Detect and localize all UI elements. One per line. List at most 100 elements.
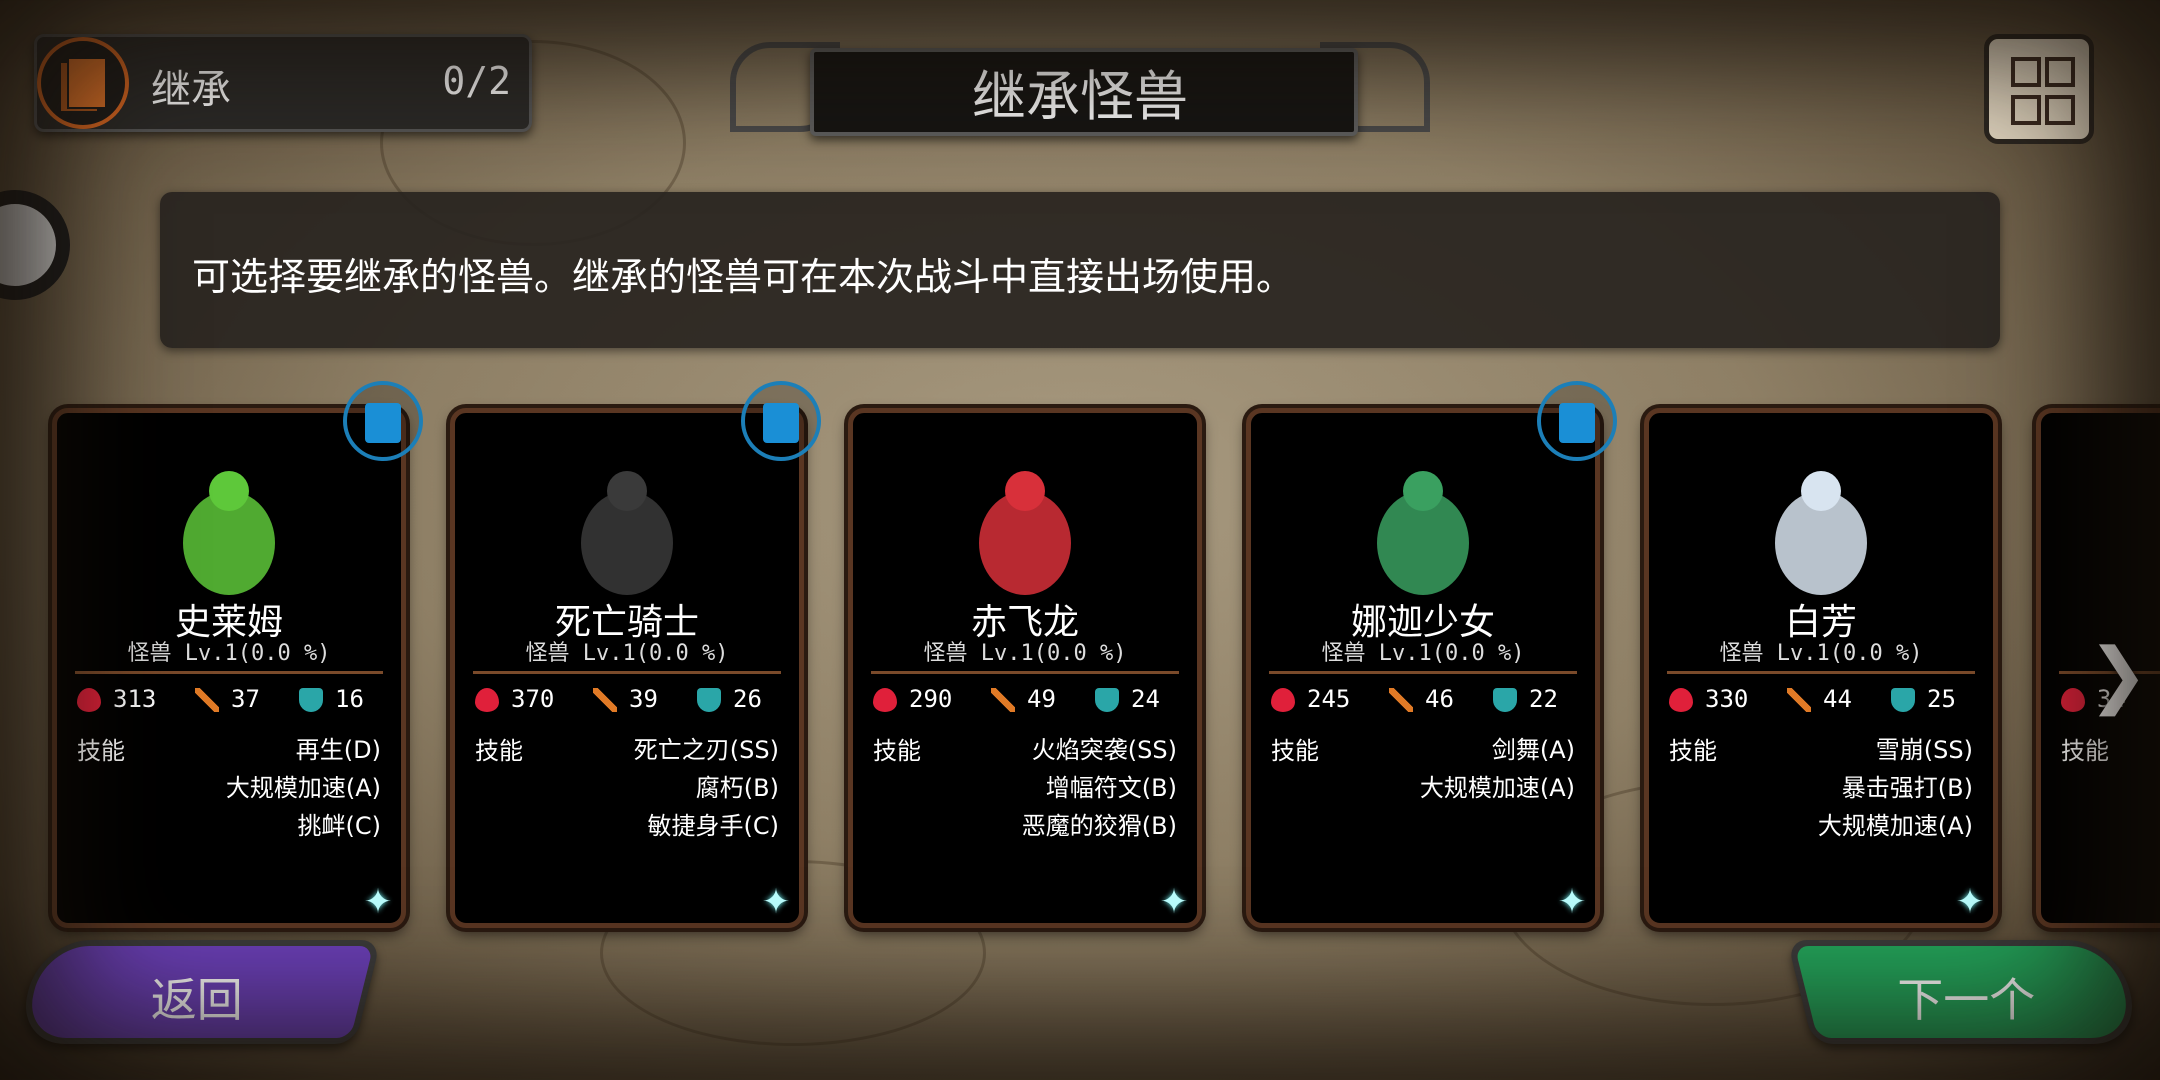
skills-label: 技能 [1669,737,1717,765]
skill-item: 火焰突袭(SS) [1031,736,1177,764]
skill-item: 暴击强打(B) [1841,774,1973,802]
card-stats: 313 37 16 [77,685,387,721]
star-icon: ✦ [1557,882,1587,922]
skills-list: 剑舞(A) 大规模加速(A) [1420,731,1575,807]
card-divider [1667,671,1975,674]
card-stats: 290 49 24 [873,685,1183,721]
skill-item: 死亡之刃(SS) [633,736,779,764]
heart-icon [77,688,101,712]
monster-card[interactable]: 史莱姆 怪兽 Lv.1(0.0 %) 313 37 16 技能 再生(D) 大规模… [52,381,423,928]
scroll-icon [2011,57,2041,87]
description-panel: 可选择要继承的怪兽。继承的怪兽可在本次战斗中直接出场使用。 [160,192,2000,348]
sword-icon [1389,688,1413,712]
atk-value: 37 [231,685,260,713]
next-page-arrow-icon[interactable]: ❯ [2088,632,2148,716]
hp-value: 245 [1307,685,1351,713]
scroll-menu-button[interactable] [1984,34,2094,144]
heart-icon [1669,688,1693,712]
inherit-badge-icon[interactable] [343,381,423,461]
monster-sprite [57,423,401,613]
monster-level: 怪兽 Lv.1(0.0 %) [1719,641,1923,666]
description-text: 可选择要继承的怪兽。继承的怪兽可在本次战斗中直接出场使用。 [192,255,1295,299]
inherit-badge-icon[interactable] [741,381,821,461]
def-value: 25 [1927,685,1956,713]
scroll-icon [2045,57,2075,87]
back-button-label: 返回 [150,973,243,1027]
shield-icon [299,688,323,712]
skill-item: 再生(D) [295,736,381,764]
atk-value: 44 [1823,685,1852,713]
monster-level: 怪兽 Lv.1(0.0 %) [923,641,1127,666]
inherit-counter: 继承 0/2 [34,34,532,132]
back-button[interactable]: 返回 [15,940,381,1044]
sword-icon [593,688,617,712]
next-button[interactable]: 下一个 [1787,940,2143,1044]
monster-level: 怪兽 Lv.1(0.0 %) [525,641,729,666]
skills-list: 火焰突袭(SS) 增幅符文(B) 恶魔的狡猾(B) [1022,731,1177,845]
hp-value: 330 [1705,685,1749,713]
scroll-icon [2045,95,2075,125]
sword-icon [195,688,219,712]
card-divider [75,671,383,674]
page-title: 继承怪兽 [972,65,1188,128]
shield-icon [1095,688,1119,712]
inherit-count: 0/2 [442,59,511,103]
cards-icon [37,37,129,129]
card-stats: 245 46 22 [1271,685,1581,721]
inherit-badge-icon[interactable] [1537,381,1617,461]
skills-list: 死亡之刃(SS) 腐朽(B) 敏捷身手(C) [634,731,779,845]
star-icon: ✦ [761,882,791,922]
atk-value: 46 [1425,685,1454,713]
shield-icon [1493,688,1517,712]
skill-item: 恶魔的狡猾(B) [1021,812,1177,840]
monster-sprite [455,423,799,613]
monster-sprite [1251,423,1595,613]
card-divider [871,671,1179,674]
monster-level: 怪兽 Lv.1(0.0 %) [1321,641,1525,666]
skill-item: 雪崩(SS) [1875,736,1973,764]
sword-icon [991,688,1015,712]
monster-card[interactable]: 娜迦少女 怪兽 Lv.1(0.0 %) 245 46 22 技能 剑舞(A) 大规… [1246,381,1617,928]
star-icon: ✦ [1955,882,1985,922]
side-toggle-button[interactable] [0,190,70,300]
monster-sprite [1649,423,1993,613]
inherit-label: 继承 [151,67,231,113]
card-stats: 370 39 26 [475,685,785,721]
def-value: 26 [733,685,762,713]
heart-icon [873,688,897,712]
scroll-icon [2011,95,2041,125]
skills-label: 技能 [1271,737,1319,765]
skill-item: 剑舞(A) [1491,736,1575,764]
hp-value: 290 [909,685,953,713]
skill-item: 腐朽(B) [695,774,779,802]
skills-label: 技能 [2061,737,2109,765]
monster-sprite [853,423,1197,613]
monster-card[interactable]: 赤飞龙 怪兽 Lv.1(0.0 %) 290 49 24 技能 火焰突袭(SS)… [848,408,1202,928]
hp-value: 313 [113,685,157,713]
skill-item: 大规模加速(A) [225,774,381,802]
heart-icon [1271,688,1295,712]
next-button-label: 下一个 [1897,973,2036,1027]
skill-item: 大规模加速(A) [1419,774,1575,802]
atk-value: 39 [629,685,658,713]
def-value: 22 [1529,685,1558,713]
skill-item: 大规模加速(A) [1817,812,1973,840]
star-icon: ✦ [1159,882,1189,922]
def-value: 16 [335,685,364,713]
heart-icon [475,688,499,712]
skills-label: 技能 [873,737,921,765]
atk-value: 49 [1027,685,1056,713]
def-value: 24 [1131,685,1160,713]
monster-level: 怪兽 Lv.1(0.0 %) [127,641,331,666]
card-divider [473,671,781,674]
title-banner: 继承怪兽 [730,42,1430,136]
skills-list: 再生(D) 大规模加速(A) 挑衅(C) [226,731,381,845]
monster-card[interactable]: 白芳 怪兽 Lv.1(0.0 %) 330 44 25 技能 雪崩(SS) 暴击强… [1644,408,1998,928]
monster-card[interactable]: 死亡骑士 怪兽 Lv.1(0.0 %) 370 39 26 技能 死亡之刃(SS… [450,381,821,928]
star-icon: ✦ [363,882,393,922]
skill-item: 挑衅(C) [297,812,381,840]
card-stats: 330 44 25 [1669,685,1979,721]
skill-item: 增幅符文(B) [1045,774,1177,802]
skills-list: 雪崩(SS) 暴击强打(B) 大规模加速(A) [1818,731,1973,845]
skills-label: 技能 [475,737,523,765]
